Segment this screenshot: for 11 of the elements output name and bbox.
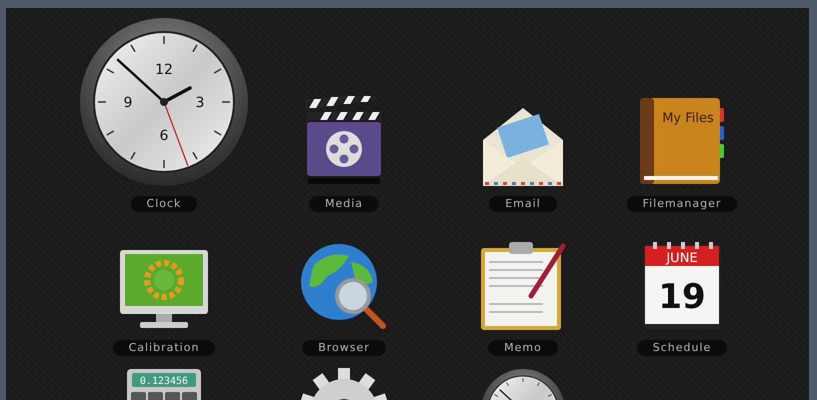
app-label: Filemanager <box>626 196 738 212</box>
app-label: Schedule <box>636 340 728 356</box>
envelope-icon[interactable] <box>481 106 565 188</box>
app-label: Email <box>489 196 557 212</box>
app-label: Media <box>308 196 380 212</box>
app-label: Clock <box>130 196 198 212</box>
app-label: Calibration <box>112 340 216 356</box>
clock-icon[interactable]: 12 3 6 9 <box>78 16 250 188</box>
app-label: Browser <box>302 340 386 356</box>
globe-magnifier-icon[interactable] <box>299 242 389 332</box>
app-label: Memo <box>488 340 558 356</box>
